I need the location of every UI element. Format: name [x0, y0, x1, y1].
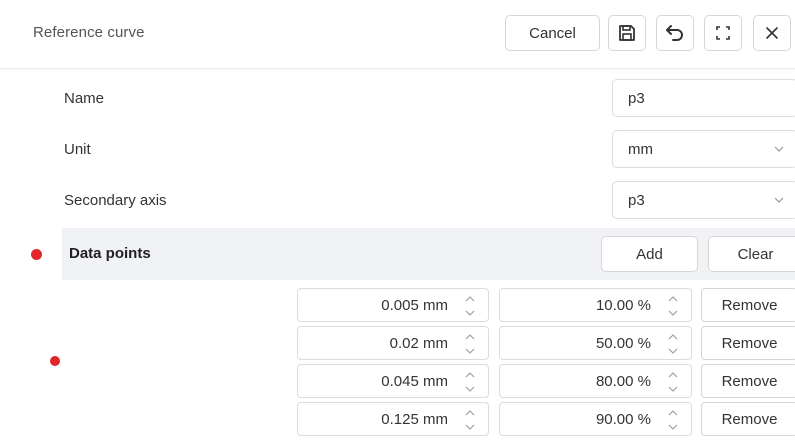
add-button[interactable]: Add [601, 236, 698, 272]
chevron-down-icon [774, 146, 784, 152]
x-value: 0.005 mm [381, 297, 448, 314]
name-value: p3 [628, 89, 645, 107]
undo-button[interactable] [656, 15, 694, 51]
panel-title: Reference curve [33, 24, 145, 41]
name-label: Name [64, 90, 105, 107]
secondary-axis-select[interactable]: p3 [612, 181, 795, 219]
data-point-row: 0.02 mm 50.00 % Remove [0, 326, 795, 362]
expand-button[interactable] [704, 15, 742, 51]
x-value-input[interactable]: 0.005 mm [297, 288, 489, 322]
clear-button[interactable]: Clear [708, 236, 795, 272]
stepper-arrows-icon[interactable] [667, 331, 679, 357]
data-point-row: 0.125 mm 90.00 % Remove [0, 402, 795, 438]
close-icon [766, 27, 778, 39]
data-point-row: 0.045 mm 80.00 % Remove [0, 364, 795, 400]
stepper-arrows-icon[interactable] [464, 293, 476, 319]
save-icon [619, 25, 635, 41]
y-value-input[interactable]: 50.00 % [499, 326, 692, 360]
stepper-arrows-icon[interactable] [464, 407, 476, 433]
stepper-arrows-icon[interactable] [667, 407, 679, 433]
undo-icon [666, 25, 683, 41]
y-value: 10.00 % [595, 297, 651, 314]
expand-icon [716, 26, 730, 40]
y-value-input[interactable]: 10.00 % [499, 288, 692, 322]
remove-button[interactable]: Remove [701, 402, 795, 436]
remove-button[interactable]: Remove [701, 326, 795, 360]
chevron-down-icon [774, 197, 784, 203]
x-value: 0.045 mm [381, 373, 448, 390]
panel-header: Reference curve Cancel [0, 0, 795, 69]
x-value-input[interactable]: 0.02 mm [297, 326, 489, 360]
x-value: 0.125 mm [381, 411, 448, 428]
data-points-label: Data points [69, 245, 151, 262]
secondary-axis-label: Secondary axis [64, 192, 167, 209]
save-button[interactable] [608, 15, 646, 51]
x-value: 0.02 mm [389, 335, 448, 352]
unit-select[interactable]: mm [612, 130, 795, 168]
y-value: 80.00 % [595, 373, 651, 390]
unit-value: mm [628, 140, 653, 158]
y-value: 50.00 % [595, 335, 651, 352]
stepper-arrows-icon[interactable] [464, 369, 476, 395]
close-button[interactable] [753, 15, 791, 51]
data-points-indicator-dot [31, 249, 42, 260]
y-value-input[interactable]: 80.00 % [499, 364, 692, 398]
x-value-input[interactable]: 0.045 mm [297, 364, 489, 398]
data-point-row: 0.005 mm 10.00 % Remove [0, 288, 795, 324]
x-value-input[interactable]: 0.125 mm [297, 402, 489, 436]
y-value: 90.00 % [595, 411, 651, 428]
cancel-button[interactable]: Cancel [505, 15, 600, 51]
stepper-arrows-icon[interactable] [667, 369, 679, 395]
name-input[interactable]: p3 [612, 79, 795, 117]
secondary-axis-value: p3 [628, 191, 645, 209]
y-value-input[interactable]: 90.00 % [499, 402, 692, 436]
remove-button[interactable]: Remove [701, 364, 795, 398]
reference-curve-panel: Reference curve Cancel Name p3 Unit mm S… [0, 0, 795, 444]
remove-button[interactable]: Remove [701, 288, 795, 322]
unit-label: Unit [64, 141, 91, 158]
stepper-arrows-icon[interactable] [667, 293, 679, 319]
stepper-arrows-icon[interactable] [464, 331, 476, 357]
